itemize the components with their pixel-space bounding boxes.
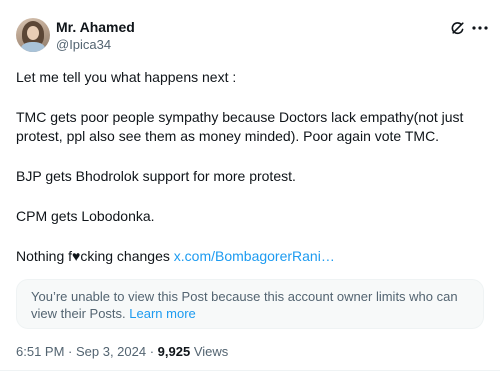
more-options-icon[interactable]	[471, 20, 489, 36]
author-name[interactable]: Mr. Ahamed	[56, 19, 135, 35]
views-label: Views	[190, 344, 229, 359]
post-text-line: Nothing f♥cking changes x.com/Bombagorer…	[16, 247, 486, 265]
author-handle[interactable]: @Ipica34	[56, 37, 111, 53]
post-text-fragment: Nothing f	[16, 248, 73, 264]
post-metadata: 6:51 PM · Sep 3, 2024 · 9,925 Views	[16, 344, 228, 360]
grok-icon[interactable]	[450, 20, 466, 36]
views-count: 9,925	[157, 344, 191, 359]
post-container: Mr. Ahamed @Ipica34 Let me tell you what…	[0, 0, 500, 372]
post-time[interactable]: 6:51 PM	[16, 344, 64, 359]
post-text-fragment: cking changes	[80, 248, 174, 264]
post-text-line: TMC gets poor people sympathy because Do…	[16, 109, 464, 125]
post-text-line: protest, ppl also see them as money mind…	[16, 128, 440, 144]
learn-more-link[interactable]: Learn more	[129, 306, 195, 321]
post-link[interactable]: x.com/BombagorerRani…	[174, 248, 335, 264]
post-text-line: CPM gets Lobodonka.	[16, 208, 155, 224]
divider	[0, 370, 500, 371]
post-text-line: Let me tell you what happens next :	[16, 69, 237, 85]
separator: ·	[64, 344, 76, 359]
post-text-line: BJP gets Bhodrolok support for more prot…	[16, 168, 296, 184]
notice-text: You’re unable to view this Post because …	[31, 289, 458, 321]
restricted-post-notice: You’re unable to view this Post because …	[16, 279, 484, 329]
separator: ·	[146, 344, 158, 359]
post-date[interactable]: Sep 3, 2024	[76, 344, 146, 359]
avatar[interactable]	[16, 18, 50, 52]
